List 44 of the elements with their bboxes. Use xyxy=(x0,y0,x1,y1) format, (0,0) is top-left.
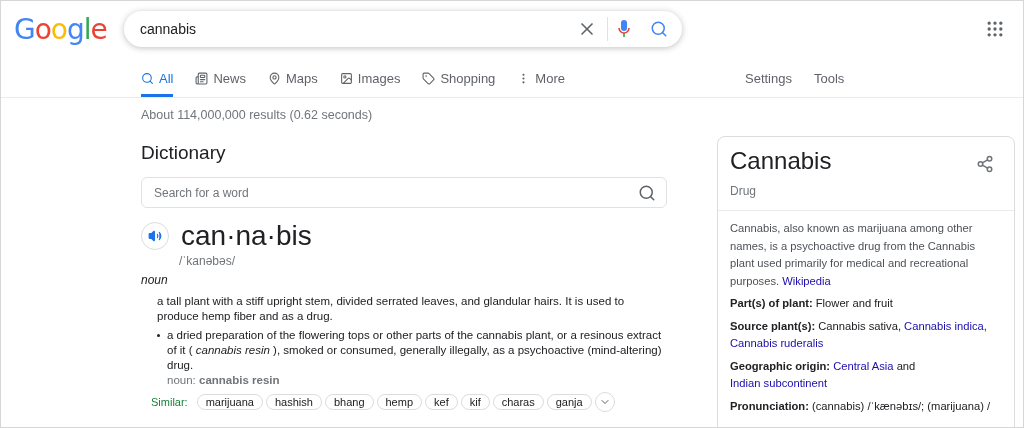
description-text: Cannabis, also known as marijuana among other names, is a psychoactive drug from the Cannabis plant used primarily for medical and recreational purposes. Wikipedia xyxy=(730,221,976,289)
search-icon[interactable] xyxy=(650,20,668,38)
tool-link[interactable]: Settings xyxy=(745,71,792,97)
microphone-icon[interactable] xyxy=(618,20,630,38)
fact-link[interactable]: Cannabis ruderalis xyxy=(730,337,824,349)
tag-icon xyxy=(422,72,436,85)
part-of-speech: noun xyxy=(141,273,169,287)
fact-row-text: Source plant(s): Cannabis sativa, Cannabis indica, Cannabis ruderalis xyxy=(730,318,988,351)
fact-row-text: Part(s) of plant: Flower and fruit xyxy=(730,296,894,311)
search-tab[interactable]: Images xyxy=(339,71,401,97)
tool-link[interactable]: Tools xyxy=(813,71,845,97)
definition-text: a tall plant with a stiff upright stem, divided serrated leaves, and glandular hairs. It is used to produce hemp fiber and as a drug. xyxy=(157,294,626,324)
definition-text: a dried preparation of the flowering tops or other parts of the cannabis plant, or a resinous extract of it ( cannabis resin ), smoked or consumed, generally illegally, as a psychoactive (mind-altering) drug. xyxy=(167,328,663,373)
search-tab[interactable]: Shopping xyxy=(422,71,496,97)
similar-label: Similar: xyxy=(151,396,188,408)
fact-link[interactable]: Indian subcontinent xyxy=(730,377,828,389)
newspaper-icon xyxy=(195,72,209,85)
search-tab[interactable]: Maps xyxy=(267,71,318,97)
apps-grid-icon[interactable] xyxy=(985,19,1005,39)
panel-subtitle: Drug xyxy=(730,184,757,198)
fact-row-text: Pronunciation: (cannabis) /ˈkænəbɪs/; (marijuana) / xyxy=(730,398,992,414)
search-tab[interactable]: More xyxy=(517,71,565,97)
fact-row-text: Geographic origin: Central Asia and Indian subcontinent xyxy=(730,358,917,391)
panel-title: Cannabis xyxy=(730,147,832,175)
word-search-field[interactable]: Search for a word xyxy=(141,177,667,208)
search-tab[interactable]: All xyxy=(141,71,174,97)
search-icon[interactable] xyxy=(638,183,656,202)
share-icon[interactable] xyxy=(976,155,994,173)
search-tab[interactable]: News xyxy=(195,71,246,97)
result-stats: About 114,000,000 results (0.62 seconds) xyxy=(140,107,374,122)
fact-link[interactable]: Cannabis indica xyxy=(904,319,984,332)
speaker-icon xyxy=(148,229,162,243)
fact-link[interactable]: Central Asia xyxy=(833,359,894,372)
image-icon xyxy=(339,72,353,85)
noun-text: cannabis resin xyxy=(199,374,280,386)
wikipedia-link[interactable]: Wikipedia xyxy=(782,274,831,287)
phonetic-text: /ˈkanəbəs/ xyxy=(179,254,237,268)
google-logo[interactable]: Google xyxy=(14,12,124,46)
noun-label: noun: xyxy=(167,374,196,386)
search-field[interactable]: cannabis xyxy=(124,11,682,47)
map-pin-icon xyxy=(267,72,281,85)
section-heading: Dictionary xyxy=(141,142,227,164)
search-icon xyxy=(141,72,154,85)
headword: can·na·bis xyxy=(181,220,312,252)
